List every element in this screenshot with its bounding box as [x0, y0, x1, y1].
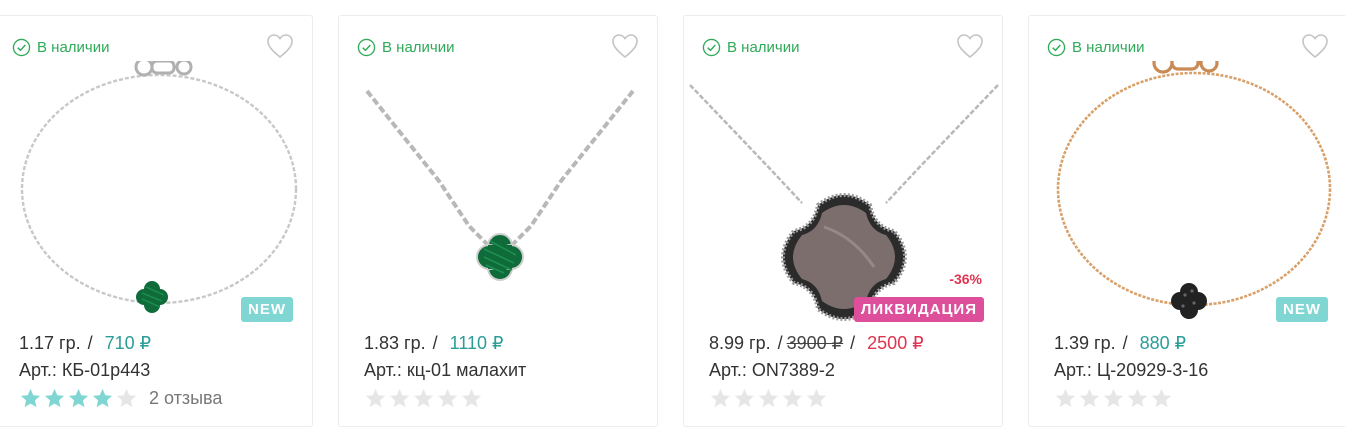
in-stock-label: В наличии	[37, 38, 110, 56]
star-empty-icon[interactable]	[436, 387, 459, 410]
product-card[interactable]: В наличии NEW 1.17 гр. / 710 ₽ Арт.: КБ-…	[0, 15, 313, 427]
heart-icon[interactable]	[1301, 33, 1329, 59]
in-stock-status: В наличии	[702, 37, 800, 57]
in-stock-status: В наличии	[357, 37, 455, 57]
price-line: 1.17 гр. / 710 ₽	[19, 333, 151, 357]
star-empty-icon[interactable]	[709, 387, 732, 410]
check-circle-icon	[12, 38, 31, 56]
star-filled-icon[interactable]	[43, 387, 66, 410]
price-separator: /	[850, 333, 856, 353]
liquidation-badge: ЛИКВИДАЦИЯ	[853, 297, 984, 322]
star-empty-icon[interactable]	[460, 387, 483, 410]
in-stock-label: В наличии	[382, 38, 455, 56]
price-separator: /	[87, 333, 93, 353]
price-line: 8.99 гр. / 3900 ₽ / 2500 ₽	[709, 333, 924, 357]
product-card[interactable]: В наличии NEW 1.39 гр. / 880 ₽ Арт.: Ц-2…	[1028, 15, 1345, 427]
reviews-link[interactable]: 2 отзыва	[149, 388, 222, 409]
star-filled-icon[interactable]	[91, 387, 114, 410]
price-line: 1.39 гр. / 880 ₽	[1054, 333, 1186, 357]
rating[interactable]	[1054, 386, 1174, 410]
price: 1110 ₽	[449, 333, 504, 353]
star-empty-icon[interactable]	[757, 387, 780, 410]
star-empty-icon[interactable]	[412, 387, 435, 410]
sku: Арт.: Ц-20929-3-16	[1054, 360, 1209, 380]
in-stock-label: В наличии	[1072, 38, 1145, 56]
product-image[interactable]	[0, 61, 312, 323]
price: 710 ₽	[104, 333, 152, 353]
rating[interactable]: 2 отзыва	[19, 386, 222, 410]
check-circle-icon	[357, 38, 376, 56]
star-empty-icon[interactable]	[733, 387, 756, 410]
star-empty-icon[interactable]	[115, 387, 138, 410]
sku: Арт.: ON7389-2	[709, 360, 835, 380]
product-grid: В наличии NEW 1.17 гр. / 710 ₽ Арт.: КБ-…	[0, 0, 1345, 446]
new-badge: NEW	[1276, 297, 1328, 322]
star-empty-icon[interactable]	[805, 387, 828, 410]
sale-price: 2500 ₽	[867, 333, 924, 353]
star-filled-icon[interactable]	[67, 387, 90, 410]
new-badge: NEW	[241, 297, 293, 322]
check-circle-icon	[1047, 38, 1066, 56]
product-image[interactable]	[1029, 61, 1345, 323]
heart-icon[interactable]	[611, 33, 639, 59]
price-separator: /	[432, 333, 438, 353]
sku: Арт.: кц-01 малахит	[364, 360, 527, 380]
weight: 1.39 гр.	[1054, 333, 1116, 353]
product-card[interactable]: В наличии -36% ЛИКВИДАЦИЯ 8.99 гр. / 390…	[683, 15, 1003, 427]
heart-icon[interactable]	[266, 33, 294, 59]
star-empty-icon[interactable]	[781, 387, 804, 410]
sku: Арт.: КБ-01р443	[19, 360, 151, 380]
star-filled-icon[interactable]	[19, 387, 42, 410]
discount-badge: -36%	[949, 271, 982, 287]
weight: 8.99 гр.	[709, 333, 771, 353]
star-empty-icon[interactable]	[1150, 387, 1173, 410]
check-circle-icon	[702, 38, 721, 56]
price: 880 ₽	[1139, 333, 1187, 353]
star-empty-icon[interactable]	[364, 387, 387, 410]
star-empty-icon[interactable]	[1054, 387, 1077, 410]
heart-icon[interactable]	[956, 33, 984, 59]
old-price: 3900 ₽	[786, 333, 844, 353]
star-empty-icon[interactable]	[1126, 387, 1149, 410]
rating[interactable]	[364, 386, 484, 410]
product-card[interactable]: В наличии 1.83 гр. / 1110 ₽ Арт.: кц-01 …	[338, 15, 658, 427]
star-empty-icon[interactable]	[388, 387, 411, 410]
in-stock-status: В наличии	[1047, 37, 1145, 57]
star-empty-icon[interactable]	[1078, 387, 1101, 410]
rating[interactable]	[709, 386, 829, 410]
price-line: 1.83 гр. / 1110 ₽	[364, 333, 503, 357]
star-empty-icon[interactable]	[1102, 387, 1125, 410]
in-stock-label: В наличии	[727, 38, 800, 56]
weight: 1.83 гр.	[364, 333, 426, 353]
weight: 1.17 гр.	[19, 333, 81, 353]
in-stock-status: В наличии	[12, 37, 110, 57]
price-separator: /	[1122, 333, 1128, 353]
product-image[interactable]	[339, 61, 657, 323]
price-separator: /	[777, 333, 783, 353]
